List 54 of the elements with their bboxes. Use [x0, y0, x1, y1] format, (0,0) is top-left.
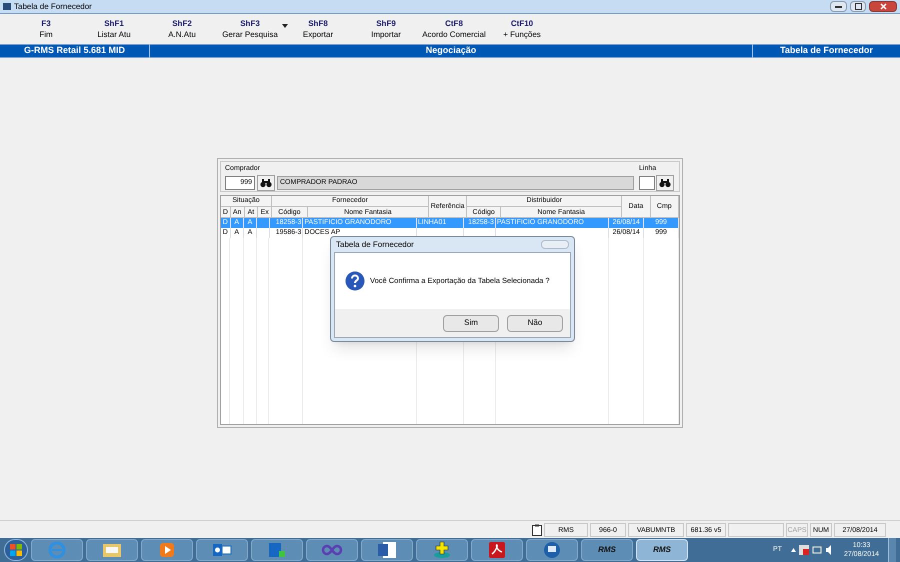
restore-icon	[854, 3, 862, 10]
toolbar-button[interactable]: F3 Fim	[12, 18, 80, 40]
taskbar-app-button[interactable]: RMS	[581, 539, 633, 561]
taskbar-app-button[interactable]	[471, 539, 523, 561]
folder-icon	[102, 542, 122, 558]
flag-icon	[798, 545, 809, 555]
module-name: Negociação	[150, 44, 753, 58]
app-icon	[3, 3, 11, 10]
line-field[interactable]	[639, 176, 655, 190]
document-icon	[377, 541, 397, 559]
mail-icon	[212, 542, 232, 558]
binoculars-icon	[260, 178, 272, 188]
toolbar-button[interactable]: CtF10 + Funções	[488, 18, 556, 40]
chat-icon	[268, 542, 286, 558]
database-plus-icon	[432, 541, 452, 559]
minimize-button[interactable]	[830, 1, 847, 12]
dialog-title: Tabela de Fornecedor	[336, 238, 414, 250]
taskbar-app-button[interactable]: RMS	[636, 539, 688, 561]
question-icon	[345, 271, 365, 291]
toolbar-button[interactable]: ShF1 Listar Atu	[80, 18, 148, 40]
toolbar-button[interactable]: ShF8 Exportar	[284, 18, 352, 40]
windows-logo-icon	[10, 544, 22, 556]
start-button[interactable]	[4, 539, 28, 561]
clipboard-icon	[532, 524, 542, 536]
app-version: G-RMS Retail 5.681 MID	[0, 44, 150, 58]
monitor-icon	[543, 541, 561, 559]
minimize-icon	[835, 5, 842, 8]
browser-icon	[48, 541, 66, 559]
pdf-icon	[488, 541, 506, 559]
close-icon	[880, 3, 886, 10]
caret-up-icon	[790, 548, 796, 552]
dropdown-caret-icon	[282, 24, 288, 28]
window-title: Tabela de Fornecedor	[14, 0, 92, 12]
network-icon	[812, 545, 822, 555]
search-binoculars-button[interactable]	[257, 174, 275, 190]
search-binoculars-button[interactable]	[656, 174, 674, 190]
toolbar-button[interactable]: ShF9 Importar	[352, 18, 420, 40]
taskbar-app-button[interactable]	[196, 539, 248, 561]
restore-button[interactable]	[850, 1, 866, 12]
taskbar-app-button[interactable]	[416, 539, 468, 561]
dialog-button[interactable]: Não	[507, 314, 563, 332]
toolbar-button[interactable]: ShF2 A.N.Atu	[148, 18, 216, 40]
taskbar-app-button[interactable]	[526, 539, 578, 561]
taskbar-app-button[interactable]	[306, 539, 358, 561]
taskbar-app-button[interactable]	[86, 539, 138, 561]
infinity-icon	[321, 544, 343, 556]
dialog-button[interactable]: Sim	[443, 314, 499, 332]
toolbar-button[interactable]: CtF8 Acordo Comercial	[420, 18, 488, 40]
play-icon	[159, 542, 175, 558]
taskbar-app-button[interactable]	[361, 539, 413, 561]
binoculars-icon	[659, 178, 671, 188]
toolbar-button[interactable]: ShF3 Gerar Pesquisa	[216, 18, 284, 40]
close-button[interactable]	[869, 1, 897, 12]
screen-name: Tabela de Fornecedor	[779, 44, 874, 58]
